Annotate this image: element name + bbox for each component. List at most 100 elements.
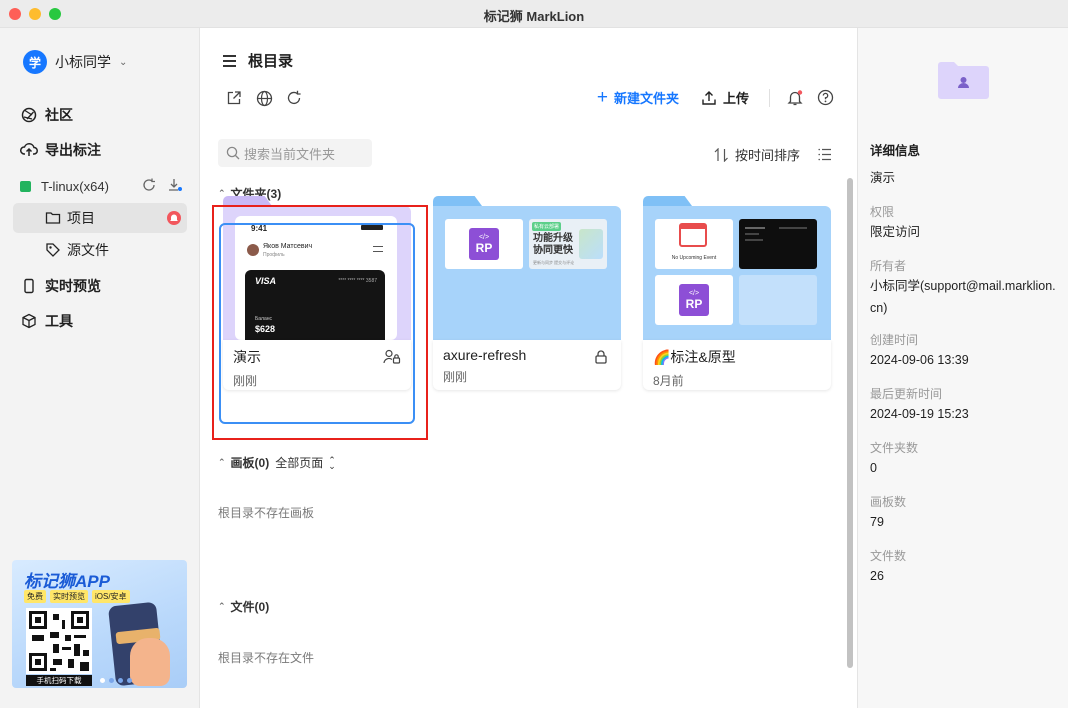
project-color-dot [20,180,31,192]
detail-value: 79 [870,515,884,529]
upload-icon [701,90,717,106]
rp-file-preview: </> RP [655,275,733,325]
folder-card-annotation-prototype[interactable]: No Upcoming Event </> RP 🌈标注&原型 8月前 [643,196,831,390]
app-promo-banner[interactable]: 标记狮APP 免费 实时预览 iOS/安卓 手机扫码下载 [12,560,187,688]
nav-live-preview[interactable]: 实时预览 [20,275,101,297]
folder-thumbnail: </> RP 私有云部署 功能升级 协同更快 更新与同步 提交与评论 [433,206,621,340]
detail-value: 小标同学(support@mail.marklion.cn) [870,279,1056,315]
detail-key: 文件夹数 [870,441,919,455]
section-title: 画板(0) [230,456,270,470]
boards-section-header[interactable]: ⌃ 画板(0) 全部页面 ⌃ ⌄ [218,454,336,471]
folder-card-axure-refresh[interactable]: </> RP 私有云部署 功能升级 协同更快 更新与同步 提交与评论 axure-… [433,196,621,390]
sidebar-item-source-files[interactable]: 源文件 [13,235,187,265]
nav-label: 社区 [45,107,73,123]
annotation-highlight-box [212,205,428,440]
promo-tag: iOS/安卓 [92,590,130,603]
detail-value: 2024-09-19 15:23 [870,407,969,421]
rp-file-icon: </> RP [469,228,499,260]
promo-badge: 私有云部署 [532,222,562,231]
avatar: 学 [23,50,47,74]
project-row[interactable]: T-linux(x64) [20,176,188,196]
boards-filter-select[interactable]: 全部页面 ⌃ ⌄ [275,454,336,471]
detail-key: 所有者 [870,259,907,273]
phone-icon [20,277,38,295]
detail-value: 2024-09-06 13:39 [870,353,969,367]
folder-name: axure-refresh [443,347,527,363]
promo-tag: 实时预览 [50,590,88,603]
folder-icon [45,210,61,226]
detail-value: 26 [870,569,884,583]
shared-folder-icon [938,62,989,99]
detail-key: 文件数 [870,549,907,563]
folder-card-info: axure-refresh 刚刚 [433,340,621,390]
nav-community[interactable]: 社区 [20,104,73,126]
boards-filter-label: 全部页面 [275,456,324,470]
nav-tools[interactable]: 工具 [20,310,73,332]
upload-button[interactable]: 上传 [701,88,749,107]
external-link-icon[interactable] [225,89,243,107]
cube-icon [20,312,38,330]
carousel-dots[interactable] [100,678,132,683]
user-menu[interactable]: 学 小标同学 ⌄ [23,50,127,74]
chevron-up-icon: ⌃ [218,457,226,467]
sidebar: 学 小标同学 ⌄ 社区 导出标注 T-linux(x64) 项目 源文件 实时预… [0,28,200,708]
event-preview: No Upcoming Event [655,219,733,269]
sidebar-item-projects[interactable]: 项目 [13,203,187,233]
nav-label: 工具 [45,313,73,329]
search-input[interactable]: 搜索当前文件夹 [218,139,372,167]
detail-key: 最后更新时间 [870,387,943,401]
download-icon[interactable] [168,178,182,195]
project-name: T-linux(x64) [41,178,109,194]
list-view-icon[interactable] [818,148,832,161]
files-section-header[interactable]: ⌃ 文件(0) [218,598,269,615]
scrollbar[interactable] [847,178,853,668]
menu-icon[interactable] [223,54,236,67]
promo-line: 功能升级 [533,233,573,244]
plus-icon: + [596,86,608,108]
sidebar-item-label: 项目 [67,210,95,226]
detail-key: 画板数 [870,495,907,509]
sort-button[interactable]: 按时间排序 [714,145,800,164]
hand-illustration [130,638,170,686]
refresh-icon[interactable] [285,89,303,107]
globe-icon[interactable] [255,89,273,107]
folder-time: 刚刚 [443,370,468,384]
rp-file-preview: </> RP [445,219,523,269]
event-text: No Upcoming Event [671,255,717,261]
search-placeholder: 搜索当前文件夹 [244,146,336,162]
bell-icon[interactable] [786,89,804,107]
tag-icon [45,242,61,258]
chevron-updown-icon: ⌃ ⌄ [328,454,336,471]
refresh-icon[interactable] [142,178,156,195]
nav-export-annotations[interactable]: 导出标注 [20,139,101,161]
nav-label: 实时预览 [45,278,101,294]
new-folder-button[interactable]: + 新建文件夹 [597,88,679,107]
help-icon[interactable] [816,89,834,107]
promo-preview: 私有云部署 功能升级 协同更快 更新与同步 提交与评论 [529,219,607,269]
sidebar-item-label: 源文件 [67,242,109,258]
qr-caption: 手机扫码下载 [26,675,92,686]
promo-title: 标记狮APP [24,572,110,591]
folder-time: 8月前 [653,374,684,388]
rp-file-icon: </> RP [679,284,709,316]
detail-value: 0 [870,461,877,475]
details-title: 详细信息 [870,144,921,158]
notification-bell-badge-icon [167,211,181,225]
promo-foot: 更新与同步 提交与评论 [533,260,575,265]
promo-illustration [579,229,603,259]
toolbar-divider [769,88,770,107]
boards-empty-text: 根目录不存在画板 [218,506,315,520]
user-name: 小标同学 [55,54,111,70]
calendar-icon [679,223,707,247]
empty-slot [739,275,817,325]
cloud-upload-icon [20,141,38,159]
files-empty-text: 根目录不存在文件 [218,651,315,665]
promo-tag: 免费 [24,590,46,603]
detail-value: 限定访问 [870,225,921,239]
folder-thumbnail: No Upcoming Event </> RP [643,206,831,340]
details-name: 演示 [870,171,896,185]
breadcrumb: 根目录 [248,53,294,70]
dark-screen-preview [739,219,817,269]
new-folder-label: 新建文件夹 [613,91,679,106]
sort-icon [714,147,729,162]
